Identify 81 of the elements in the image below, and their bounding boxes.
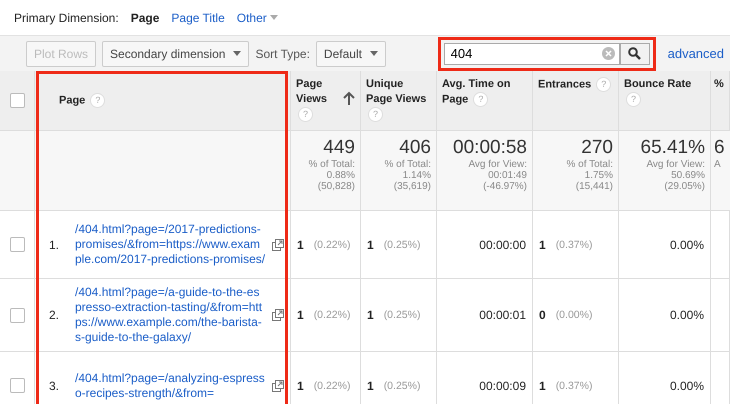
dimension-option[interactable]: Page Title [171, 10, 225, 24]
total-value: 406 [399, 137, 431, 159]
sort-type-label: Sort Type: [255, 46, 310, 60]
table-cell: 1 [297, 378, 304, 392]
share-percent: (0.37%) [556, 238, 592, 250]
table-cell: 0.00% [670, 308, 704, 322]
open-page-icon[interactable] [272, 238, 284, 250]
column-header[interactable]: Unique Page Views ? [366, 77, 431, 122]
total-detail: 1.75% [584, 170, 613, 181]
table-cell: 00:00:00 [479, 238, 526, 252]
column-header[interactable]: Entrances ? [538, 77, 612, 92]
advanced-link[interactable]: advanced [668, 46, 724, 61]
total-detail: (-46.97%) [483, 181, 527, 192]
caret-icon [233, 51, 242, 56]
total-detail: (35,619) [394, 181, 431, 192]
total-detail: (50,828) [318, 181, 355, 192]
open-page-icon[interactable] [272, 380, 284, 392]
total-value: 00:00:58 [453, 137, 527, 159]
table-cell: 1 [297, 238, 304, 252]
total-detail: 0.88% [326, 170, 355, 181]
share-percent: (0.22%) [314, 309, 350, 321]
share-percent: (0.37%) [556, 380, 592, 392]
total-detail: % of Total: [384, 159, 431, 170]
page-link[interactable]: /404.html?page=/2017-predictions-promises/&from=https://www.example.com/2017-predictions-promises/ [75, 216, 266, 273]
table-cell: 0.00% [670, 238, 704, 252]
total-detail: Avg for View: [646, 159, 705, 170]
share-percent: (0.25%) [384, 380, 420, 392]
table-cell: 1 [367, 238, 374, 252]
table-cell: 00:00:09 [479, 378, 526, 392]
total-detail: 50.69% [671, 170, 705, 181]
sort-type-dropdown[interactable]: Default [316, 40, 386, 66]
share-percent: (0.22%) [314, 238, 350, 250]
total-detail: A [714, 159, 721, 170]
column-header[interactable]: Bounce Rate ? [624, 77, 705, 108]
table-cell: 1 [297, 308, 304, 322]
table-cell: 1 [539, 378, 546, 392]
column-header[interactable]: Page ? [59, 92, 106, 108]
share-percent: (0.25%) [384, 309, 420, 321]
primary-dimension-label: Primary Dimension: [14, 10, 119, 24]
total-detail: 1.14% [402, 170, 431, 181]
total-detail: (15,441) [576, 181, 613, 192]
search-icon [628, 47, 642, 60]
column-header[interactable]: Avg. Time on Page ? [442, 77, 527, 108]
total-detail: 00:01:49 [488, 170, 527, 181]
search-button[interactable] [620, 42, 650, 64]
dimension-option[interactable]: Page [130, 10, 160, 24]
column-header[interactable]: % [714, 77, 724, 92]
open-page-icon[interactable] [272, 309, 284, 321]
caret-icon [270, 15, 278, 20]
total-detail: Avg for View: [468, 159, 527, 170]
page-link[interactable]: /404.html?page=/a-guide-to-the-espresso-extraction-tasting/&from=https://www.example.com/the-barista-s-guide-to-the-galaxy/ [75, 279, 266, 351]
total-value: 449 [323, 137, 355, 159]
page-link[interactable]: /404.html?page=/analyzing-espresso-recipes-strength/&from= [75, 364, 266, 404]
row-number: 3. [48, 378, 60, 392]
column-header[interactable]: Page Views ? [296, 77, 341, 122]
share-percent: (0.25%) [384, 238, 420, 250]
total-value: 270 [581, 137, 613, 159]
share-percent: (0.22%) [314, 380, 350, 392]
secondary-dimension-dropdown[interactable]: Secondary dimension [102, 40, 250, 66]
caret-icon [370, 51, 378, 56]
sort-ascending-icon[interactable] [343, 91, 355, 105]
row-number: 2. [48, 308, 60, 322]
dimension-option[interactable]: Other [236, 10, 278, 24]
row-checkbox[interactable] [10, 378, 24, 393]
table-cell: 1 [367, 378, 374, 392]
total-value: 6 [714, 137, 725, 159]
table-cell: 1 [367, 308, 374, 322]
total-detail: % of Total: [308, 159, 355, 170]
select-all-checkbox[interactable] [10, 93, 24, 108]
table-cell: 0 [539, 308, 546, 322]
search-field[interactable]: 404 [444, 42, 620, 64]
table-cell: 00:00:01 [479, 308, 526, 322]
row-checkbox[interactable] [10, 237, 24, 252]
row-checkbox[interactable] [10, 308, 24, 322]
table-cell: 1 [539, 238, 546, 252]
share-percent: (0.00%) [556, 309, 592, 321]
table-cell: 0.00% [670, 378, 704, 392]
total-detail: % of Total: [566, 159, 613, 170]
total-value: 65.41% [640, 137, 705, 159]
row-number: 1. [48, 238, 60, 252]
total-detail: (29.05%) [664, 181, 705, 192]
